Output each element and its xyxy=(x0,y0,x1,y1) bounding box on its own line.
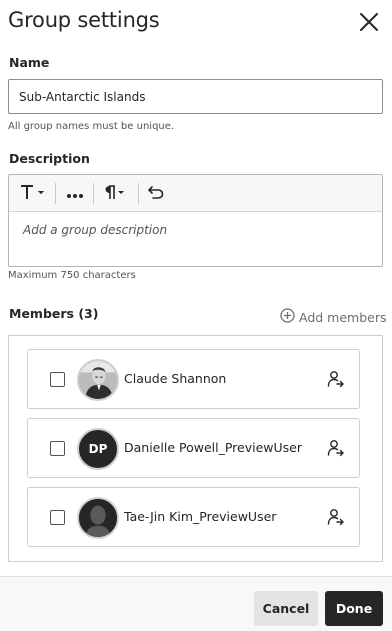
add-members-label: Add members xyxy=(299,309,387,325)
paragraph-button[interactable] xyxy=(98,181,130,206)
avatar xyxy=(77,359,119,401)
add-circle-icon xyxy=(280,308,295,326)
toolbar-divider xyxy=(55,183,56,204)
member-card: DP Danielle Powell_PreviewUser xyxy=(27,418,360,478)
member-name: Tae-Jin Kim_PreviewUser xyxy=(124,509,277,524)
description-textarea[interactable]: Add a group description xyxy=(9,213,382,267)
assign-member-icon[interactable] xyxy=(327,508,345,526)
dialog-header: Group settings xyxy=(0,0,392,46)
editor-toolbar xyxy=(9,175,382,212)
assign-member-icon[interactable] xyxy=(327,370,345,388)
toolbar-divider xyxy=(93,183,94,204)
description-label: Description xyxy=(9,151,90,166)
description-hint: Maximum 750 characters xyxy=(8,270,136,281)
avatar-initials: DP xyxy=(88,442,108,456)
member-card: Claude Shannon xyxy=(27,349,360,409)
dialog-title: Group settings xyxy=(8,8,160,32)
group-name-input[interactable] xyxy=(8,79,383,114)
member-checkbox[interactable] xyxy=(50,441,65,456)
more-formatting-button[interactable] xyxy=(62,181,88,206)
members-list: Claude Shannon DP Danielle Powell_Previe… xyxy=(8,335,383,562)
member-card: Tae-Jin Kim_PreviewUser xyxy=(27,487,360,547)
text-format-icon xyxy=(19,183,47,205)
description-editor: Add a group description xyxy=(8,174,383,267)
avatar xyxy=(77,497,119,539)
toolbar-divider xyxy=(138,183,139,204)
name-label: Name xyxy=(9,55,50,70)
ellipsis-icon xyxy=(66,184,84,203)
avatar: DP xyxy=(77,428,119,470)
dialog-footer: Cancel Done xyxy=(0,576,392,631)
user-silhouette-icon xyxy=(79,499,117,537)
text-style-button[interactable] xyxy=(17,181,49,206)
member-checkbox[interactable] xyxy=(50,510,65,525)
close-icon[interactable] xyxy=(358,11,380,33)
photo-avatar-icon xyxy=(79,361,117,399)
member-checkbox[interactable] xyxy=(50,372,65,387)
name-hint: All group names must be unique. xyxy=(8,121,175,132)
undo-icon xyxy=(147,184,165,204)
member-name: Claude Shannon xyxy=(124,371,227,386)
done-button[interactable]: Done xyxy=(325,591,383,626)
add-members-button[interactable]: Add members xyxy=(280,308,387,326)
paragraph-icon xyxy=(101,183,127,205)
members-heading: Members (3) xyxy=(9,306,99,321)
assign-member-icon[interactable] xyxy=(327,439,345,457)
member-name: Danielle Powell_PreviewUser xyxy=(124,440,302,455)
cancel-button[interactable]: Cancel xyxy=(254,591,318,626)
undo-button[interactable] xyxy=(143,181,169,206)
